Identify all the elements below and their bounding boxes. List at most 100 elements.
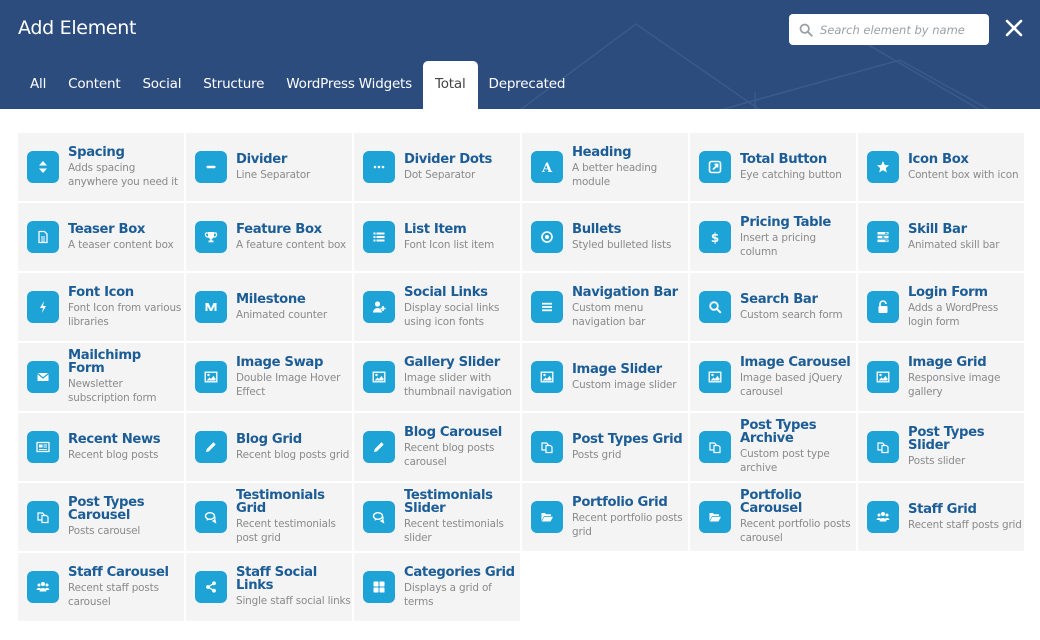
element-card-blog-carousel[interactable]: Blog Carousel Recent blog posts carousel xyxy=(354,413,520,481)
element-card-recent-news[interactable]: Recent News Recent blog posts xyxy=(18,413,184,481)
element-name: Search Bar xyxy=(740,291,818,307)
element-card-image-carousel[interactable]: Image Carousel Image based jQuery carous… xyxy=(690,343,856,411)
element-card-icon-box[interactable]: Icon Box Content box with icon xyxy=(858,133,1024,201)
element-card-post-types-carousel[interactable]: Post Types Carousel Posts carousel xyxy=(18,483,184,551)
element-card-staff-grid[interactable]: Staff Grid Recent staff posts grid xyxy=(858,483,1024,551)
element-description: Custom image slider xyxy=(572,378,677,391)
element-text: Icon Box Content box with icon xyxy=(908,152,1019,182)
element-card-spacing[interactable]: Spacing Adds spacing anywhere you need i… xyxy=(18,133,184,201)
element-card-login-form[interactable]: Login Form Adds a WordPress login form xyxy=(858,273,1024,341)
element-card-image-slider[interactable]: Image Slider Custom image slider xyxy=(522,343,688,411)
element-card-search-bar[interactable]: Search Bar Custom search form xyxy=(690,273,856,341)
element-name: Portfolio Grid xyxy=(572,494,668,510)
files-icon xyxy=(877,442,889,454)
element-description: Custom search form xyxy=(740,308,843,321)
element-card-testimonials-grid[interactable]: Testimonials Grid Recent testimonials po… xyxy=(186,483,352,551)
list-icon xyxy=(373,232,385,242)
element-description: Recent testimonials slider xyxy=(404,518,504,544)
element-card-heading[interactable]: A Heading A better heading module xyxy=(522,133,688,201)
comments-icon xyxy=(372,512,385,524)
element-card-bullets[interactable]: Bullets Styled bulleted lists xyxy=(522,203,688,271)
element-icon-tile xyxy=(867,361,899,393)
element-icon-tile xyxy=(195,431,227,463)
svg-text:$: $ xyxy=(711,231,719,244)
search-icon xyxy=(709,301,722,314)
element-description: Content box with icon xyxy=(908,168,1019,181)
element-text: Post Types Archive Custom post type arch… xyxy=(740,419,856,475)
element-name: Gallery Slider xyxy=(404,354,500,370)
element-icon-tile xyxy=(531,431,563,463)
element-icon-tile xyxy=(363,501,395,533)
element-card-mailchimp-form[interactable]: Mailchimp Form Newsletter subscription f… xyxy=(18,343,184,411)
tab-social[interactable]: Social xyxy=(131,61,192,109)
element-icon-tile xyxy=(867,151,899,183)
tab-total[interactable]: Total xyxy=(422,61,478,109)
element-icon-tile xyxy=(195,571,227,603)
element-card-social-links[interactable]: Social Links Display social links using … xyxy=(354,273,520,341)
element-card-testimonials-slider[interactable]: Testimonials Slider Recent testimonials … xyxy=(354,483,520,551)
element-name: Feature Box xyxy=(236,221,322,237)
element-card-post-types-archive[interactable]: Post Types Archive Custom post type arch… xyxy=(690,413,856,481)
element-card-feature-box[interactable]: Feature Box A feature content box xyxy=(186,203,352,271)
element-text: Total Button Eye catching button xyxy=(740,152,842,182)
element-card-navigation-bar[interactable]: Navigation Bar Custom menu navigation ba… xyxy=(522,273,688,341)
element-card-teaser-box[interactable]: Teaser Box A teaser content box xyxy=(18,203,184,271)
element-card-total-button[interactable]: Total Button Eye catching button xyxy=(690,133,856,201)
element-description: Responsive image gallery xyxy=(908,371,1001,398)
files-icon xyxy=(37,512,49,524)
element-card-post-types-grid[interactable]: Post Types Grid Posts grid xyxy=(522,413,688,481)
element-card-portfolio-carousel[interactable]: Portfolio Carousel Recent portfolio post… xyxy=(690,483,856,551)
category-tabs: All Content Social Structure WordPress W… xyxy=(19,61,576,109)
element-text: Social Links Display social links using … xyxy=(404,285,520,329)
element-text: Categories Grid Displays a grid of terms xyxy=(404,565,520,609)
element-card-pricing-table[interactable]: $ Pricing Table Insert a pricing column xyxy=(690,203,856,271)
element-icon-tile xyxy=(699,151,731,183)
tab-structure[interactable]: Structure xyxy=(192,61,275,109)
arrows-vertical-icon xyxy=(39,161,47,173)
element-description: Recent portfolio posts carousel xyxy=(740,518,851,544)
element-card-image-swap[interactable]: Image Swap Double Image Hover Effect xyxy=(186,343,352,411)
search-input[interactable] xyxy=(820,22,980,37)
close-icon[interactable] xyxy=(1004,18,1024,38)
image-icon xyxy=(876,371,890,383)
element-card-categories-grid[interactable]: Categories Grid Displays a grid of terms xyxy=(354,553,520,621)
element-icon-tile xyxy=(195,361,227,393)
element-card-divider-dots[interactable]: Divider Dots Dot Separator xyxy=(354,133,520,201)
image-icon xyxy=(708,371,722,383)
element-icon-tile xyxy=(27,431,59,463)
element-icon-tile xyxy=(27,361,59,393)
element-description: A feature content box xyxy=(236,238,346,251)
element-text: Login Form Adds a WordPress login form xyxy=(908,285,1024,329)
element-card-milestone[interactable]: Milestone Animated counter xyxy=(186,273,352,341)
element-icon-tile xyxy=(531,361,563,393)
element-text: Post Types Grid Posts grid xyxy=(572,432,683,462)
element-card-skill-bar[interactable]: Skill Bar Animated skill bar xyxy=(858,203,1024,271)
element-card-post-types-slider[interactable]: Post Types Slider Posts slider xyxy=(858,413,1024,481)
element-card-staff-carousel[interactable]: Staff Carousel Recent staff posts carous… xyxy=(18,553,184,621)
element-icon-tile xyxy=(531,291,563,323)
element-card-portfolio-grid[interactable]: Portfolio Grid Recent portfolio posts gr… xyxy=(522,483,688,551)
pencil-icon xyxy=(206,442,216,452)
element-card-divider[interactable]: Divider Line Separator xyxy=(186,133,352,201)
element-text: Heading A better heading module xyxy=(572,145,688,189)
element-description: Recent staff posts grid xyxy=(908,518,1022,531)
element-card-gallery-slider[interactable]: Gallery Slider Image slider with thumbna… xyxy=(354,343,520,411)
element-text: Teaser Box A teaser content box xyxy=(68,222,174,252)
element-description: Recent blog posts carousel xyxy=(404,441,495,468)
element-card-staff-social-links[interactable]: Staff Social Links Single staff social l… xyxy=(186,553,352,621)
element-name: Milestone xyxy=(236,291,306,307)
element-card-blog-grid[interactable]: Blog Grid Recent blog posts grid xyxy=(186,413,352,481)
search-box[interactable] xyxy=(789,14,989,45)
element-name: Bullets xyxy=(572,221,622,237)
element-icon-tile xyxy=(363,571,395,603)
element-description: Animated skill bar xyxy=(908,238,1000,251)
element-card-image-grid[interactable]: Image Grid Responsive image gallery xyxy=(858,343,1024,411)
tab-all[interactable]: All xyxy=(19,61,57,109)
element-description: Image slider with thumbnail navigation xyxy=(404,371,512,398)
element-card-font-icon[interactable]: Font Icon Font Icon from various librari… xyxy=(18,273,184,341)
element-text: Post Types Carousel Posts carousel xyxy=(68,496,180,538)
tab-wordpress-widgets[interactable]: WordPress Widgets xyxy=(275,61,423,109)
tab-deprecated[interactable]: Deprecated xyxy=(478,61,577,109)
tab-content[interactable]: Content xyxy=(57,61,131,109)
element-card-list-item[interactable]: List Item Font Icon list item xyxy=(354,203,520,271)
